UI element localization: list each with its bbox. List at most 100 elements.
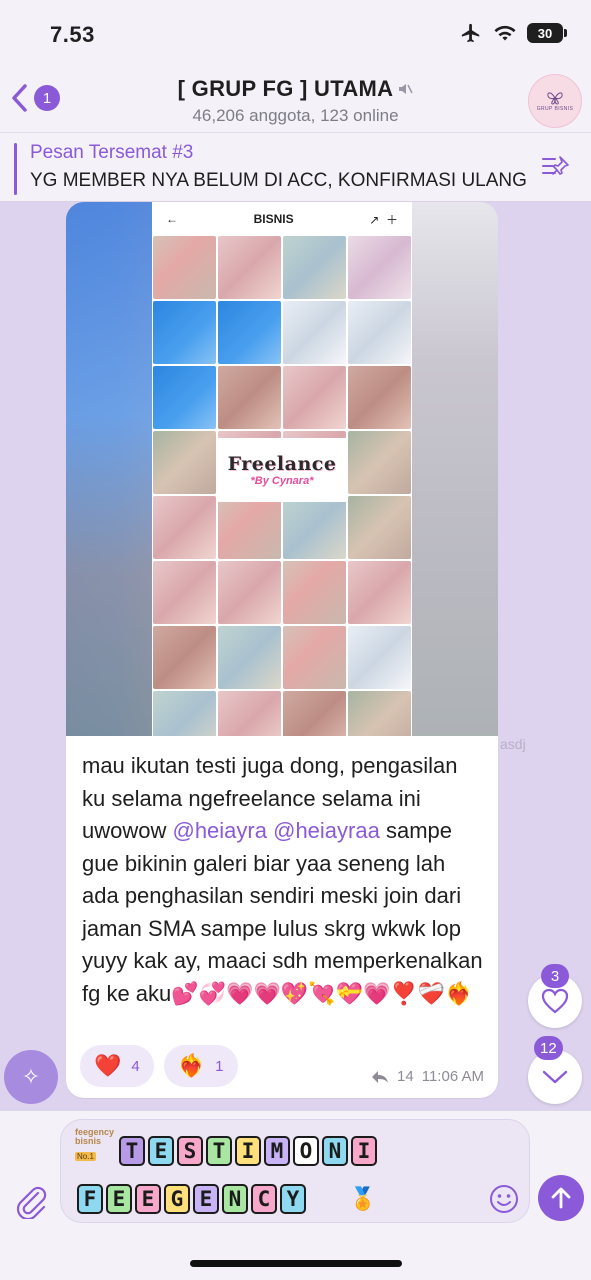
chat-area[interactable]: asdj ← BISNIS ↗ ＋ Freelance *By Cynara* … xyxy=(0,202,591,1110)
message-bubble[interactable]: ← BISNIS ↗ ＋ Freelance *By Cynara* mau i… xyxy=(66,202,498,1098)
status-icons: 30 xyxy=(459,22,567,44)
sticker-letter: N xyxy=(322,1136,348,1166)
gallery-thumbnail xyxy=(348,431,411,494)
gallery-thumbnail xyxy=(153,366,216,429)
message-emojis: 💕💞💗💗💖💘💝💗❣️❤️‍🩹❤️‍🔥 xyxy=(171,980,473,1006)
chevron-left-icon xyxy=(12,84,27,112)
reaction-count: 4 xyxy=(131,1057,140,1075)
sticker-letter: I xyxy=(351,1136,377,1166)
gallery-thumbnail xyxy=(283,366,346,429)
gallery-thumbnail xyxy=(218,366,281,429)
gallery-thumbnail xyxy=(348,561,411,624)
gallery-thumbnail xyxy=(218,691,281,736)
send-button[interactable] xyxy=(538,1175,584,1221)
sticker-letter: E xyxy=(193,1184,219,1214)
sticker-letter: C xyxy=(251,1184,277,1214)
pinned-label: Pesan Tersemat #3 xyxy=(30,142,194,163)
sticker-letter: I xyxy=(235,1136,261,1166)
chevron-down-icon xyxy=(542,1070,568,1084)
sticker-letter: T xyxy=(206,1136,232,1166)
arrow-up-icon xyxy=(551,1187,571,1209)
gallery-thumbnail xyxy=(153,236,216,299)
gallery-thumbnail xyxy=(218,301,281,364)
medal-icon: 🏅 xyxy=(349,1186,377,1211)
smiley-icon xyxy=(490,1185,518,1213)
butterfly-logo-icon xyxy=(547,92,563,105)
reactions-row: ❤️ 4 ❤️‍🔥 1 xyxy=(80,1045,238,1087)
mention-link[interactable]: @heiayraa xyxy=(273,818,380,843)
sticker-letter: M xyxy=(264,1136,290,1166)
reaction-heart[interactable]: ❤️ 4 xyxy=(80,1045,154,1087)
sticker-letter: Y xyxy=(280,1184,306,1214)
paperclip-icon xyxy=(16,1186,47,1221)
photo-blur-right xyxy=(412,202,498,736)
freelance-title: Freelance xyxy=(227,453,337,475)
pinned-indicator-bar xyxy=(14,143,17,195)
gallery-thumbnail xyxy=(348,366,411,429)
gallery-thumbnail xyxy=(218,626,281,689)
chat-title-area[interactable]: [ GRUP FG ] UTAMA 46,206 anggota, 123 on… xyxy=(120,76,471,126)
reaction-count: 1 xyxy=(215,1057,224,1075)
gallery-thumbnail xyxy=(218,561,281,624)
gallery-title: BISNIS xyxy=(253,212,294,226)
sticker-letter: N xyxy=(222,1184,248,1214)
emoji-button[interactable] xyxy=(488,1183,520,1220)
gallery-actions: ↗ ＋ xyxy=(369,212,398,227)
gallery-thumbnail xyxy=(348,626,411,689)
sticker-letter: G xyxy=(164,1184,190,1214)
forward-count: 14 xyxy=(397,1068,414,1085)
sticker-letter: E xyxy=(106,1184,132,1214)
gallery-app-bar: ← BISNIS ↗ ＋ xyxy=(152,202,412,236)
reaction-heart-on-fire[interactable]: ❤️‍🔥 1 xyxy=(163,1045,238,1087)
status-time: 7.53 xyxy=(50,22,95,47)
gallery-thumbnail xyxy=(348,301,411,364)
group-avatar[interactable]: GRUP BISNIS xyxy=(528,74,582,128)
unread-count-badge: 12 xyxy=(534,1036,563,1060)
gallery-thumbnail xyxy=(283,691,346,736)
message-input[interactable]: feegency bisnis No.1 TESTIMONI FEEGENCY … xyxy=(60,1119,530,1223)
sticker-letter: S xyxy=(177,1136,203,1166)
gallery-thumbnail xyxy=(153,561,216,624)
gallery-thumbnail xyxy=(153,691,216,736)
reactions-badge: 3 xyxy=(541,964,569,988)
battery-indicator: 30 xyxy=(527,23,567,43)
gallery-thumbnail xyxy=(218,496,281,559)
pinned-list-button[interactable] xyxy=(541,153,571,186)
back-button[interactable]: 1 xyxy=(10,82,60,114)
pinned-text: YG MEMBER NYA BELUM DI ACC, KONFIRMASI U… xyxy=(30,170,527,191)
avatar-text: GRUP BISNIS xyxy=(536,106,574,112)
gallery-thumbnail xyxy=(153,626,216,689)
gallery-thumbnail xyxy=(218,236,281,299)
airplane-icon xyxy=(461,23,480,43)
wifi-icon xyxy=(494,25,516,41)
sticker-letter: O xyxy=(293,1136,319,1166)
unread-chats-badge: 1 xyxy=(34,85,60,111)
message-text-part: sampe gue bikinin galeri biar yaa seneng… xyxy=(82,818,483,1006)
pin-list-icon xyxy=(542,156,569,175)
gallery-thumbnail xyxy=(153,496,216,559)
attach-button[interactable] xyxy=(14,1183,48,1224)
sparkle-icon: ✧ xyxy=(21,1064,41,1089)
gallery-thumbnail xyxy=(153,431,216,494)
background-message-fragment: asdj xyxy=(500,736,526,752)
forward-icon xyxy=(372,1070,389,1083)
heart-on-fire-emoji-icon: ❤️‍🔥 xyxy=(177,1053,206,1078)
gallery-thumbnail xyxy=(283,301,346,364)
feegency-logo: feegency bisnis No.1 xyxy=(75,1128,115,1161)
sticker-letter: F xyxy=(77,1184,103,1214)
pinned-message[interactable]: Pesan Tersemat #3 YG MEMBER NYA BELUM DI… xyxy=(0,132,591,202)
mention-link[interactable]: @heiayra xyxy=(172,818,267,843)
gallery-thumbnail xyxy=(348,691,411,736)
gallery-thumbnail xyxy=(348,496,411,559)
arrow-left-icon: ← xyxy=(166,212,178,226)
gallery-thumbnail xyxy=(283,626,346,689)
message-photo[interactable]: ← BISNIS ↗ ＋ Freelance *By Cynara* xyxy=(66,202,498,736)
muted-icon xyxy=(399,84,414,94)
gallery-thumbnail xyxy=(283,236,346,299)
message-text: mau ikutan testi juga dong, pengasilan k… xyxy=(82,750,486,1010)
ai-sparkle-button[interactable]: ✧ xyxy=(4,1050,58,1104)
home-indicator xyxy=(190,1260,402,1267)
sticker-letter: T xyxy=(119,1136,145,1166)
chat-title: [ GRUP FG ] UTAMA xyxy=(178,76,414,102)
member-count: 46,206 anggota, 123 online xyxy=(192,106,399,125)
